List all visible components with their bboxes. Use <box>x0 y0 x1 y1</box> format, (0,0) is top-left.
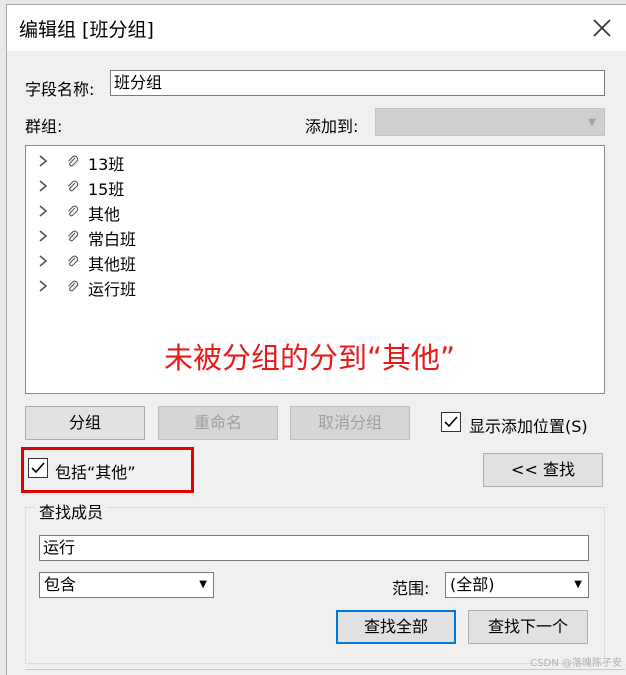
paperclip-icon <box>66 179 80 193</box>
checkmark-icon <box>444 416 458 428</box>
paperclip-icon <box>66 154 80 168</box>
tree-item[interactable]: 其他班 <box>26 250 604 275</box>
close-icon <box>593 19 611 37</box>
group-button[interactable]: 分组 <box>25 406 145 440</box>
chevron-right-icon[interactable] <box>36 203 50 219</box>
show-add-position-label: 显示添加位置(S) <box>469 417 588 436</box>
chevron-right-icon[interactable] <box>36 153 50 169</box>
tree-item-label: 其他 <box>88 205 121 224</box>
find-next-button[interactable]: 查找下一个 <box>468 610 588 644</box>
chevron-right-icon[interactable] <box>36 228 50 244</box>
include-other-checkbox[interactable] <box>28 458 48 478</box>
dialog-title: 编辑组 [班分组] <box>19 19 154 41</box>
field-name-input[interactable]: 班分组 <box>110 70 605 96</box>
include-other-label: 包括“其他” <box>55 463 136 482</box>
show-add-position-checkbox[interactable] <box>441 412 461 432</box>
groups-label: 群组: <box>25 117 63 136</box>
match-mode-dropdown[interactable]: 包含 ▼ <box>39 572 214 598</box>
range-dropdown[interactable]: (全部) ▼ <box>445 572 589 598</box>
tree-item[interactable]: 运行班 <box>26 275 604 300</box>
tree-item[interactable]: 其他 <box>26 200 604 225</box>
tree-item[interactable]: 15班 <box>26 175 604 200</box>
paperclip-icon <box>66 254 80 268</box>
match-mode-value: 包含 <box>44 575 77 594</box>
chevron-down-icon: ▼ <box>574 579 582 590</box>
title-bar: 编辑组 [班分组] <box>7 5 626 51</box>
chevron-right-icon[interactable] <box>36 178 50 194</box>
paperclip-icon <box>66 229 80 243</box>
find-members-legend: 查找成员 <box>35 499 108 523</box>
find-all-button[interactable]: 查找全部 <box>336 610 456 644</box>
range-value: (全部) <box>450 575 495 594</box>
add-to-label: 添加到: <box>305 117 359 136</box>
tree-item-label: 其他班 <box>88 255 137 274</box>
paperclip-icon <box>66 204 80 218</box>
add-to-combobox: ▼ <box>375 108 605 136</box>
tree-item-label: 常白班 <box>88 230 137 249</box>
find-toggle-button[interactable]: << 查找 <box>483 453 603 487</box>
edit-group-dialog: 编辑组 [班分组] 字段名称: 班分组 群组: 添加到: ▼ 13班 15班其他常… <box>6 4 626 675</box>
divider <box>25 669 625 670</box>
watermark: CSDN @落魄陈子安 <box>530 658 622 669</box>
ungroup-button: 取消分组 <box>290 406 410 440</box>
checkmark-icon <box>31 462 45 474</box>
annotation-text: 未被分组的分到“其他” <box>164 341 456 375</box>
chevron-right-icon[interactable] <box>36 278 50 294</box>
tree-item-label: 15班 <box>88 180 125 199</box>
tree-item[interactable]: 13班 <box>26 150 604 175</box>
search-input[interactable]: 运行 <box>39 535 589 561</box>
chevron-down-icon: ▼ <box>588 117 596 128</box>
chevron-right-icon[interactable] <box>36 253 50 269</box>
tree-item-label: 运行班 <box>88 280 137 299</box>
rename-button: 重命名 <box>158 406 278 440</box>
tree-item[interactable]: 常白班 <box>26 225 604 250</box>
tree-item-label: 13班 <box>88 155 125 174</box>
chevron-down-icon: ▼ <box>199 579 207 590</box>
close-button[interactable] <box>585 11 619 45</box>
paperclip-icon <box>66 279 80 293</box>
range-label: 范围: <box>392 579 430 598</box>
field-name-label: 字段名称: <box>25 80 95 99</box>
